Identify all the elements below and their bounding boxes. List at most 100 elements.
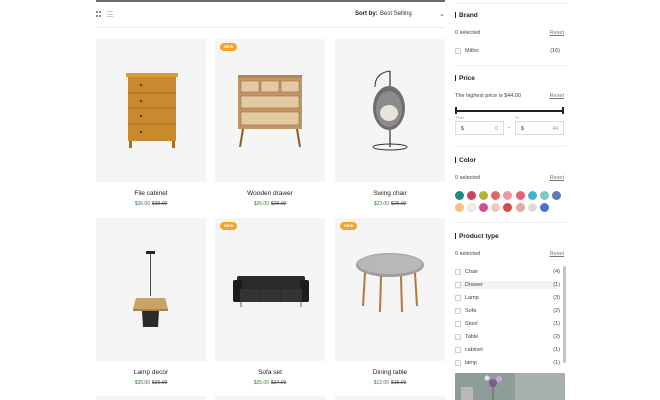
product-image[interactable] bbox=[96, 218, 206, 361]
original-price: $27.00 bbox=[271, 380, 287, 386]
product-type-option-label[interactable]: lamp bbox=[465, 360, 477, 366]
brand-option-label[interactable]: Mitho bbox=[465, 48, 478, 54]
product-type-checkbox[interactable] bbox=[455, 269, 461, 275]
color-swatch[interactable] bbox=[539, 203, 549, 212]
product-price: $25.00 $27.00 bbox=[215, 380, 325, 386]
product-title[interactable]: Swing chair bbox=[335, 190, 445, 197]
swing-chair-image bbox=[372, 70, 408, 151]
sale-price: $26.00 bbox=[253, 201, 269, 207]
brand-selected-count: 0 selected bbox=[455, 30, 481, 36]
lamp-decor-image bbox=[133, 251, 168, 327]
sofa-set-image bbox=[233, 276, 309, 307]
product-price: $12.00 $15.00 bbox=[335, 380, 445, 386]
from-label: From bbox=[456, 116, 465, 120]
product-type-option-label[interactable]: cabinet bbox=[465, 347, 483, 353]
product-image[interactable] bbox=[335, 39, 445, 182]
product-type-option-label[interactable]: Lamp bbox=[465, 295, 479, 301]
promo-banner-image[interactable] bbox=[455, 373, 565, 400]
color-swatch[interactable] bbox=[491, 191, 501, 200]
color-swatch[interactable] bbox=[503, 191, 513, 200]
scrollbar-thumb[interactable] bbox=[563, 266, 566, 363]
product-title[interactable]: Lamp decor bbox=[96, 369, 206, 376]
price-to-input[interactable]: $ 44 bbox=[515, 121, 564, 135]
color-swatch[interactable] bbox=[539, 191, 549, 200]
color-swatch[interactable] bbox=[491, 203, 501, 212]
file-cabinet-image bbox=[126, 73, 178, 148]
color-reset-link[interactable]: Reset bbox=[550, 175, 564, 181]
product-type-option-count: (1) bbox=[553, 347, 560, 353]
price-separator: - bbox=[508, 125, 510, 131]
product-type-option-label[interactable]: Chair bbox=[465, 269, 478, 275]
product-type-option-count: (1) bbox=[553, 360, 560, 366]
product-price: $23.00 $25.00 bbox=[335, 201, 445, 207]
product-type-option-label[interactable]: Stool bbox=[465, 321, 478, 327]
color-swatch[interactable] bbox=[515, 203, 525, 212]
product-price: $35.00 $39.00 bbox=[96, 380, 206, 386]
product-type-scrollbar[interactable] bbox=[563, 266, 566, 363]
product-card-partial bbox=[96, 396, 206, 400]
to-label: To bbox=[515, 116, 519, 120]
product-type-option-label[interactable]: Sofa bbox=[465, 308, 476, 314]
product-type-checkbox[interactable] bbox=[455, 347, 461, 353]
product-price: $36.00 $39.00 bbox=[96, 201, 206, 207]
color-swatch[interactable] bbox=[551, 191, 561, 200]
product-image[interactable]: NEW bbox=[215, 218, 325, 361]
list-view-icon[interactable] bbox=[107, 11, 113, 17]
divider bbox=[455, 146, 566, 147]
product-type-checkbox[interactable] bbox=[455, 308, 461, 314]
sort-select[interactable]: Best Selling bbox=[380, 11, 412, 17]
chevron-down-icon[interactable]: ⌄ bbox=[439, 10, 445, 18]
grid-view-icon[interactable] bbox=[96, 11, 102, 17]
brand-checkbox-mitho[interactable] bbox=[455, 48, 461, 54]
price-slider-min-handle[interactable] bbox=[455, 107, 457, 114]
brand-filter-title[interactable]: Brand bbox=[455, 12, 478, 19]
product-image[interactable] bbox=[96, 39, 206, 182]
color-swatch[interactable] bbox=[527, 191, 537, 200]
product-type-checkbox[interactable] bbox=[455, 321, 461, 327]
color-swatch[interactable] bbox=[467, 203, 477, 212]
color-swatch[interactable] bbox=[467, 191, 477, 200]
color-swatch[interactable] bbox=[515, 191, 525, 200]
product-title[interactable]: Sofa set bbox=[215, 369, 325, 376]
original-price: $29.00 bbox=[271, 201, 287, 207]
product-type-checkbox[interactable] bbox=[455, 295, 461, 301]
product-type-selected-count: 0 selected bbox=[455, 251, 481, 257]
banner-art bbox=[455, 373, 565, 400]
color-swatch[interactable] bbox=[479, 191, 489, 200]
wooden-drawer-image bbox=[238, 75, 302, 148]
color-filter-title[interactable]: Color bbox=[455, 157, 476, 164]
toolbar: Sort by: Best Selling ⌄ bbox=[96, 8, 445, 28]
new-badge: NEW bbox=[220, 43, 238, 51]
product-type-option-label[interactable]: Table bbox=[465, 334, 478, 340]
product-image[interactable]: NEW bbox=[215, 39, 325, 182]
original-price: $25.00 bbox=[391, 201, 407, 207]
product-type-checkbox[interactable] bbox=[455, 282, 461, 288]
color-swatch[interactable] bbox=[503, 203, 513, 212]
price-reset-link[interactable]: Reset bbox=[550, 93, 564, 99]
color-swatch[interactable] bbox=[455, 203, 464, 212]
price-slider-track[interactable] bbox=[456, 110, 563, 112]
color-swatch[interactable] bbox=[479, 203, 489, 212]
price-filter-title[interactable]: Price bbox=[455, 75, 475, 82]
product-type-option-label[interactable]: Drawer bbox=[465, 282, 483, 288]
product-type-filter-title[interactable]: Product type bbox=[455, 233, 499, 240]
product-type-option-count: (3) bbox=[553, 295, 560, 301]
price-from-input[interactable]: $ 0 bbox=[455, 121, 504, 135]
divider bbox=[455, 65, 566, 66]
product-title[interactable]: Wooden drawer bbox=[215, 190, 325, 197]
price-slider-max-handle[interactable] bbox=[562, 107, 564, 114]
brand-reset-link[interactable]: Reset bbox=[550, 30, 564, 36]
product-price: $26.00 $29.00 bbox=[215, 201, 325, 207]
price-to-value: 44 bbox=[552, 126, 558, 132]
product-title[interactable]: Dining table bbox=[335, 369, 445, 376]
product-type-checkbox[interactable] bbox=[455, 334, 461, 340]
color-selected-count: 0 selected bbox=[455, 175, 481, 181]
product-type-reset-link[interactable]: Reset bbox=[550, 251, 564, 257]
original-price: $39.00 bbox=[152, 380, 168, 386]
product-image[interactable]: NEW bbox=[335, 218, 445, 361]
sale-price: $12.00 bbox=[373, 380, 389, 386]
color-swatch[interactable] bbox=[455, 191, 464, 200]
product-title[interactable]: File cabinet bbox=[96, 190, 206, 197]
product-type-checkbox[interactable] bbox=[455, 360, 461, 366]
color-swatch[interactable] bbox=[527, 203, 537, 212]
